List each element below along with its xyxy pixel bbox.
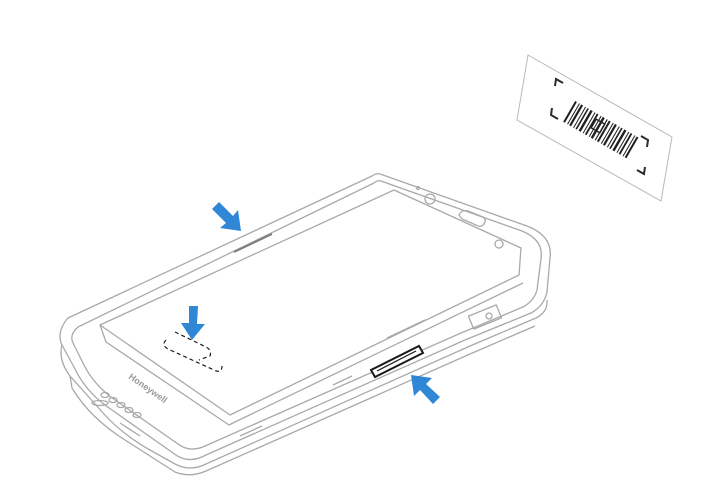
arrow-icon xyxy=(411,375,440,404)
barcode-label xyxy=(516,54,673,202)
scanning-diagram: Honeywell xyxy=(59,54,673,476)
arrow-icon xyxy=(212,202,241,231)
mobile-computer xyxy=(59,173,551,476)
